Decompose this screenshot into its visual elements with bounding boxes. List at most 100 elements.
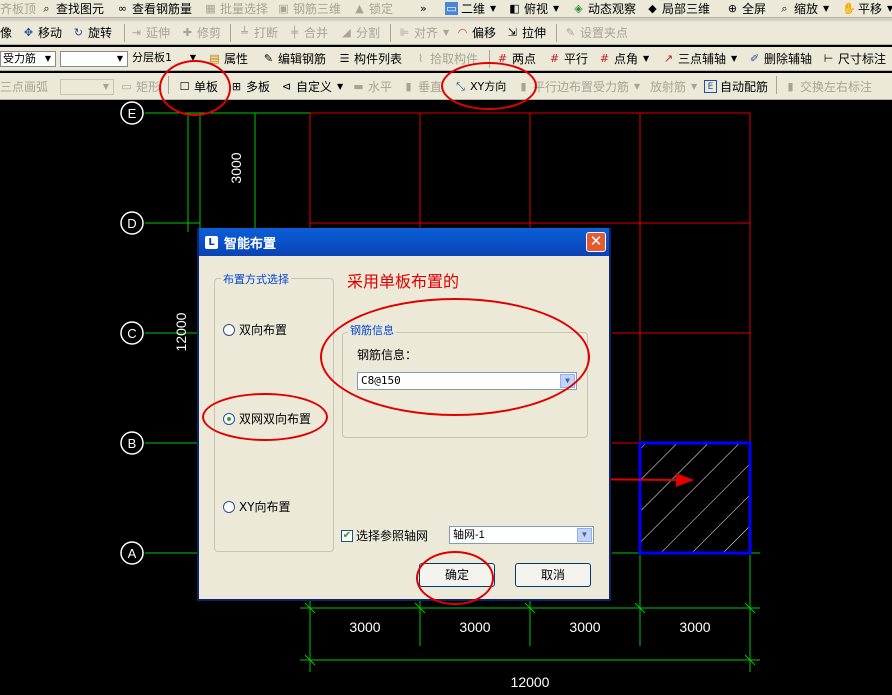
caret-down-icon: ▼: [443, 28, 450, 37]
option-label: 双向布置: [239, 323, 288, 337]
edit-rebar-icon: ✎: [263, 52, 274, 65]
fullscreen-button[interactable]: ⊕ 全屏: [726, 0, 766, 17]
arc-mode-combo[interactable]: ▼: [60, 79, 114, 95]
dialog-title: 智能布置: [224, 236, 277, 252]
three-point-axis-dropdown[interactable]: ↗ 三点辅轴 ▼: [662, 47, 737, 70]
axis-label-b: B: [128, 436, 137, 451]
merge-button[interactable]: ╪ 合并: [288, 21, 328, 44]
dynamic-orbit-button[interactable]: ◈ 动态观察: [572, 0, 636, 17]
move-button[interactable]: ✥ 移动: [22, 21, 62, 44]
binoculars-icon: ⌕: [43, 2, 50, 15]
custom-shape-icon: ⊲: [281, 79, 292, 93]
toolbar-row-1: 齐板顶 ⌕ 查找图元 ∞ 查看钢筋量 ▦ 批量选择 ▣ 钢筋三维 ▲ 锁定 » ▭ 二维 ▼ …: [0, 0, 892, 18]
offset-button[interactable]: ◠ 偏移: [456, 21, 496, 44]
axis-grid-checkbox[interactable]: ✔ 选择参照轴网: [341, 527, 428, 544]
cancel-button[interactable]: 取消: [515, 563, 591, 587]
close-icon: ✕: [589, 232, 603, 250]
caret-down-icon: ▼: [887, 4, 892, 13]
highlight-circle-ok: [416, 551, 494, 605]
lock-button[interactable]: ▲ 锁定: [353, 0, 393, 17]
app-logo-icon: L: [205, 235, 218, 249]
toolbar-row-2: 像 ✥ 移动 ↻ 旋转 ⇥ 延伸 ✚ 修剪 ╧ 打断 ╪ 合并 ◢ 分割 ⊫ 对齐 ▼ ◠ 偏移 ⇲…: [0, 21, 892, 45]
vertical-button[interactable]: ▮ 垂直: [402, 73, 442, 99]
option-xy-direction[interactable]: XY向布置: [223, 498, 291, 515]
caret-down-icon: ▼: [490, 4, 497, 13]
top-view-icon: ◧: [509, 2, 520, 15]
custom-dropdown[interactable]: ⊲ 自定义 ▼: [280, 73, 343, 99]
toolbar-row-3: 受力筋 ▼ ▼ 分层板1 ▼ ▤ 属性 ✎ 编辑钢筋 ☰ 构件列表 ⌇ 拾取构件 # 两点 #…: [0, 47, 892, 71]
swap-icon: ▮: [787, 79, 794, 93]
radial-rebar-dropdown[interactable]: 放射筋 ▼: [650, 73, 697, 99]
three-point-icon: ↗: [663, 52, 674, 65]
batch-select-button[interactable]: ▦ 批量选择: [204, 0, 268, 17]
swap-annotations-button[interactable]: ▮ 交换左右标注: [784, 73, 872, 99]
dimension-button[interactable]: ⊢ 尺寸标注: [822, 47, 886, 70]
list-icon: ☰: [339, 52, 350, 65]
multi-slab-button[interactable]: ⊞ 多板: [230, 73, 270, 99]
grid-select-icon: ▦: [205, 2, 216, 15]
auto-rebar-button[interactable]: E 自动配筋: [704, 73, 768, 99]
trim-button[interactable]: ✚ 修剪: [181, 21, 221, 44]
axis-grid-label: 选择参照轴网: [356, 529, 429, 543]
trim-icon: ✚: [182, 26, 193, 39]
axis-label-d: D: [127, 216, 136, 231]
selected-slab[interactable]: [638, 441, 752, 555]
2d-view-icon: ▭: [445, 2, 458, 15]
stretch-button[interactable]: ⇲ 拉伸: [506, 21, 546, 44]
edit-rebar-button[interactable]: ✎ 编辑钢筋: [262, 47, 326, 70]
separator: [776, 76, 777, 94]
auto-rebar-icon: E: [704, 79, 717, 93]
rotate-button[interactable]: ↻ 旋转: [72, 21, 112, 44]
close-button[interactable]: ✕: [586, 232, 606, 252]
radio-icon: [223, 500, 235, 513]
2d-view-dropdown[interactable]: ▭ 二维 ▼: [445, 0, 496, 17]
horizontal-button[interactable]: ▬ 水平: [352, 73, 392, 99]
align-dropdown[interactable]: ⊫ 对齐 ▼: [398, 21, 449, 44]
pan-dropdown[interactable]: ✋平移▼: [842, 0, 892, 17]
option-bidirectional[interactable]: 双向布置: [223, 321, 287, 338]
local-3d-button[interactable]: ◆ 局部三维: [646, 0, 710, 17]
split-button[interactable]: ◢ 分割: [340, 21, 380, 44]
offset-icon: ◠: [457, 26, 468, 39]
local-3d-icon: ◆: [648, 2, 657, 15]
highlight-circle-single-slab: [159, 60, 231, 116]
hand-icon: ✋: [842, 2, 856, 15]
caret-down-icon: ▼: [731, 54, 738, 63]
element-name-combo[interactable]: ▼: [60, 51, 128, 67]
highlight-circle-rebar-info: [320, 298, 590, 416]
vertical-icon: ▮: [405, 79, 412, 93]
mirror-button[interactable]: 像: [0, 21, 12, 44]
axis-bubbles: E D C B A: [120, 101, 144, 565]
point-angle-dropdown[interactable]: # 点角 ▼: [598, 47, 649, 70]
rectangle-button[interactable]: ▭ 矩形: [120, 73, 160, 99]
caret-down-icon: ▼: [634, 81, 641, 91]
split-icon: ◢: [342, 26, 351, 39]
extend-button[interactable]: ⇥ 延伸: [130, 21, 170, 44]
axis-label-a: A: [128, 546, 137, 561]
break-button[interactable]: ╧ 打断: [238, 21, 278, 44]
parallel-axis-button[interactable]: # 平行: [548, 47, 588, 70]
layout-method-group-label: 布置方式选择: [221, 271, 291, 287]
find-element-button[interactable]: ⌕ 查找图元: [40, 0, 104, 17]
dim-bottom-4: 3000: [679, 619, 710, 635]
top-view-dropdown[interactable]: ◧ 俯视 ▼: [508, 0, 559, 17]
delete-axis-button[interactable]: ✐ 删除辅轴: [748, 47, 812, 70]
element-type-combo[interactable]: 受力筋 ▼: [0, 51, 56, 67]
dim-bottom-3: 3000: [569, 619, 600, 635]
view-rebar-quantity-button[interactable]: ∞ 查看钢筋量: [116, 0, 192, 17]
three-point-arc-button[interactable]: 三点画弧: [0, 73, 48, 99]
caret-down-icon: ▼: [116, 54, 124, 63]
align-slab-top-button[interactable]: 齐板顶: [0, 0, 36, 17]
rebar-3d-button[interactable]: ▣ 钢筋三维: [277, 0, 341, 17]
zoom-dropdown[interactable]: ⌕ 缩放 ▼: [778, 0, 829, 17]
dim-bottom-1: 3000: [349, 619, 380, 635]
eraser-icon: ✐: [749, 52, 760, 65]
caret-down-icon: ▼: [337, 81, 344, 91]
element-list-button[interactable]: ☰ 构件列表: [338, 47, 402, 70]
dialog-titlebar[interactable]: L 智能布置 ✕: [199, 228, 609, 256]
caret-down-icon: ▼: [691, 81, 698, 91]
axis-label-e: E: [128, 106, 137, 121]
axis-grid-select[interactable]: 轴网-1 ▼: [449, 526, 594, 544]
set-grip-button[interactable]: ✎ 设置夹点: [564, 21, 628, 44]
toolbar-overflow[interactable]: »: [420, 0, 427, 17]
